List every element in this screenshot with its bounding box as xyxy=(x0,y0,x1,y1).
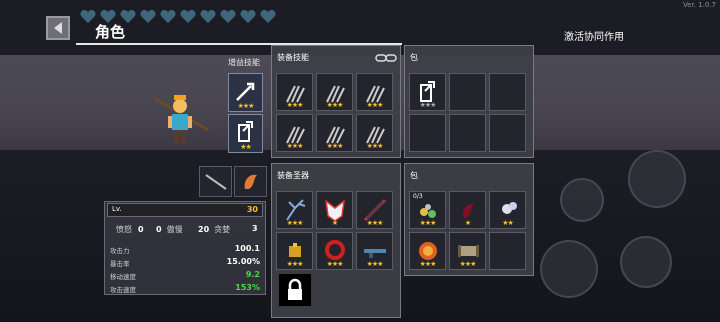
bag-top-slot-2[interactable] xyxy=(449,73,486,111)
equip-skills-title: 装备技能 xyxy=(277,53,309,62)
stat-move-value: 9.2 xyxy=(245,270,260,279)
star-rating: ★★★ xyxy=(366,101,384,109)
heart-icon xyxy=(160,10,176,23)
stat-atkspd-value: 153% xyxy=(235,283,260,292)
bag-top-slot-1[interactable]: ★★★ xyxy=(409,73,446,111)
bag-relic-slot-5[interactable]: ★★★ xyxy=(449,232,486,270)
heart-icon xyxy=(220,10,236,23)
trait-pride-text: 0 傲慢 xyxy=(156,225,183,234)
weapon-slot-2[interactable] xyxy=(234,166,267,197)
level-label: Lv. xyxy=(112,205,122,213)
heart-icon xyxy=(180,10,196,23)
star-rating: ★★ xyxy=(240,143,252,151)
heart-icon xyxy=(240,10,256,23)
jump-button[interactable] xyxy=(628,150,686,208)
buff-skill-slot-1[interactable]: ★★★ xyxy=(228,73,263,112)
back-arrow-icon xyxy=(54,22,62,34)
weapon-slot-1[interactable] xyxy=(199,166,232,197)
version-label: Ver. 1.0.7 xyxy=(682,1,716,9)
star-rating: ★★★ xyxy=(366,142,384,150)
bag-bottom-title: 包 xyxy=(410,171,418,180)
bag-top-slot-6[interactable] xyxy=(489,114,526,152)
attack-button[interactable] xyxy=(540,240,598,298)
bag-relic-slot-4[interactable]: ★★★ xyxy=(409,232,446,270)
star-rating: ★★★ xyxy=(326,101,344,109)
katana-icon xyxy=(205,174,227,190)
stat-attack: 攻击力 100.1 xyxy=(110,244,260,255)
star-rating: ★ xyxy=(331,219,338,227)
equip-relic-slot-4[interactable]: ★★★ xyxy=(276,232,313,270)
equip-relic-slot-1[interactable]: ★★★ xyxy=(276,191,313,229)
activate-synergy-button[interactable]: 激活协同作用 xyxy=(564,28,624,43)
star-rating: ★★ xyxy=(502,219,514,227)
locked-relic-slot[interactable] xyxy=(278,273,312,307)
bag-top-slot-3[interactable] xyxy=(489,73,526,111)
trait-wrath: 愤怒 0 xyxy=(116,225,144,234)
stat-crit-value: 15.00% xyxy=(226,257,260,266)
heart-icon xyxy=(200,10,216,23)
bag-top-title: 包 xyxy=(410,53,418,62)
stat-attack-speed: 攻击速度 153% xyxy=(110,283,260,294)
back-button[interactable] xyxy=(46,16,70,40)
equip-skill-slot-5[interactable]: ★★★ xyxy=(316,114,353,152)
equip-relic-slot-3[interactable]: ★★★ xyxy=(356,191,393,229)
bag-relic-slot-3[interactable]: ★★ xyxy=(489,191,526,229)
heart-icon xyxy=(260,10,276,23)
equip-skill-slot-4[interactable]: ★★★ xyxy=(276,114,313,152)
trait-extra: 3 xyxy=(252,224,258,233)
buff-skills-label: 增益技能 xyxy=(228,58,260,67)
star-rating: ★★★ xyxy=(286,142,304,150)
equip-skill-slot-2[interactable]: ★★★ xyxy=(316,73,353,111)
page-title: 角色 xyxy=(95,23,126,41)
equip-relics-title: 装备圣器 xyxy=(277,171,309,180)
star-rating: ★★★ xyxy=(419,260,437,268)
equip-relic-slot-6[interactable]: ★★★ xyxy=(356,232,393,270)
dash-button[interactable] xyxy=(560,178,604,222)
equip-relic-slot-2[interactable]: ★ xyxy=(316,191,353,229)
shield-up-skill-icon xyxy=(238,121,253,142)
skill-button[interactable] xyxy=(620,236,672,288)
bag-top-slot-5[interactable] xyxy=(449,114,486,152)
star-rating: ★★★ xyxy=(326,260,344,268)
buff-skill-slot-2[interactable]: ★★ xyxy=(228,114,263,153)
star-rating: ★★★ xyxy=(326,142,344,150)
star-rating: ★★★ xyxy=(419,101,437,109)
lock-icon xyxy=(288,278,302,300)
stat-attack-value: 100.1 xyxy=(234,244,260,253)
level-row: Lv. 30 xyxy=(107,203,263,217)
equip-skill-slot-3[interactable]: ★★★ xyxy=(356,73,393,111)
trait-greed: 20 贪婪 xyxy=(198,225,231,234)
heart-icon xyxy=(140,10,156,23)
link-icon[interactable] xyxy=(374,52,398,64)
heart-icon xyxy=(80,10,96,23)
star-rating: ★ xyxy=(464,219,471,227)
bag-relic-slot-2[interactable]: ★ xyxy=(449,191,486,229)
star-rating: ★★★ xyxy=(286,219,304,227)
bag-top-slot-4[interactable] xyxy=(409,114,446,152)
star-rating: ★★★ xyxy=(237,102,255,110)
stat-move-speed: 移动速度 9.2 xyxy=(110,270,260,281)
equip-skill-slot-1[interactable]: ★★★ xyxy=(276,73,313,111)
star-rating: ★★★ xyxy=(419,219,437,227)
level-value: 30 xyxy=(246,205,258,214)
star-rating: ★★★ xyxy=(286,260,304,268)
equip-relic-slot-5[interactable]: ★★★ xyxy=(316,232,353,270)
stat-crit: 暴击率 15.00% xyxy=(110,257,260,268)
equip-skill-slot-6[interactable]: ★★★ xyxy=(356,114,393,152)
star-rating: ★★★ xyxy=(286,101,304,109)
star-rating: ★★★ xyxy=(366,219,384,227)
star-rating: ★★★ xyxy=(366,260,384,268)
hero-character xyxy=(153,95,209,144)
star-rating: ★★★ xyxy=(459,260,477,268)
sword-up-skill-icon xyxy=(236,82,255,101)
bag-relic-slot-1[interactable]: 0/3 ★★★ xyxy=(409,191,446,229)
fox-tail-icon xyxy=(244,174,257,189)
bag-relic-slot-6[interactable] xyxy=(489,232,526,270)
